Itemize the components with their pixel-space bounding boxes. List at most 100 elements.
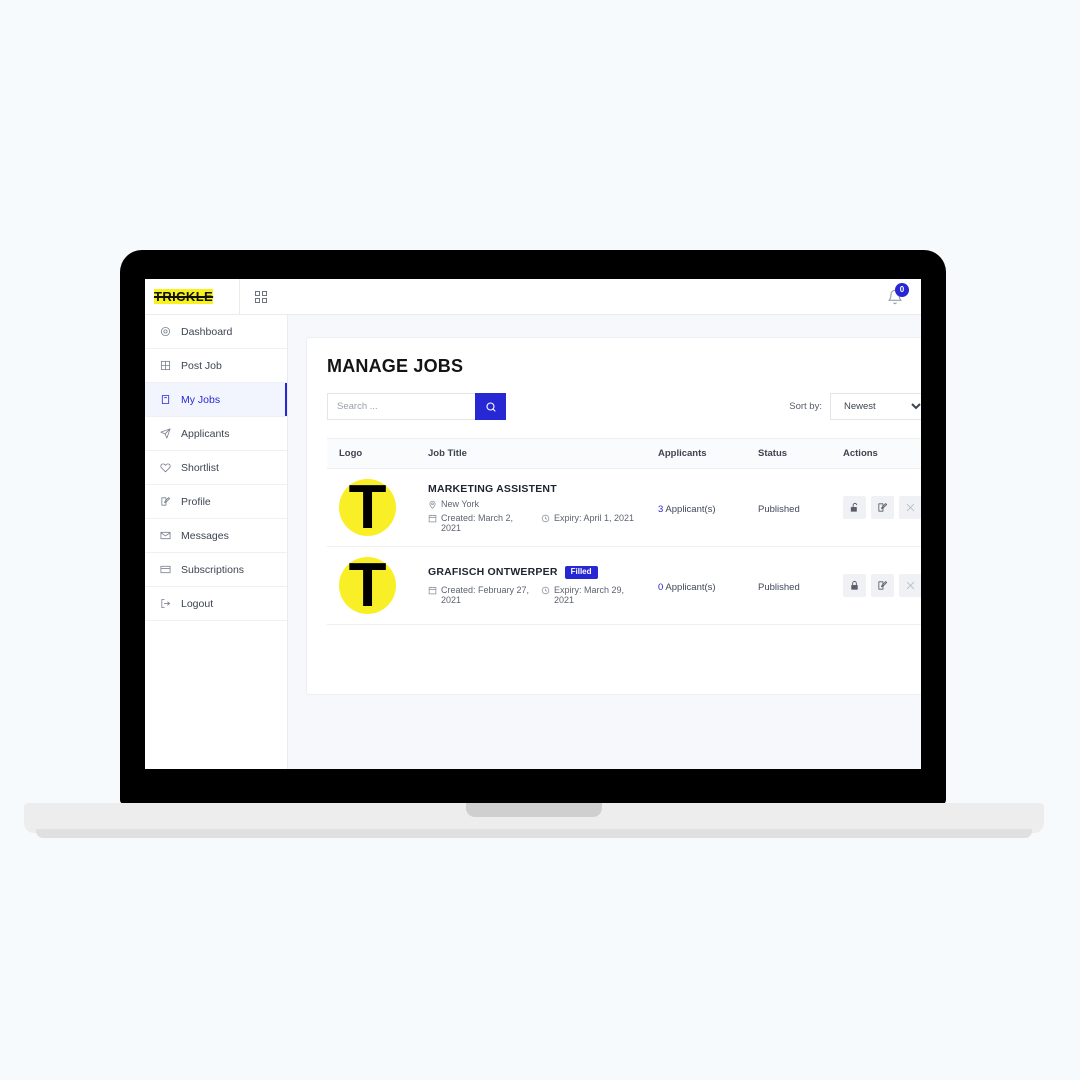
job-created-text: Created: February 27, 2021 [441,584,530,605]
applicants-suffix: Applicant(s) [663,581,716,593]
laptop-base-notch [466,803,602,817]
sidebar-item-label: Profile [181,495,211,508]
close-x-icon [906,581,915,590]
calendar-icon [428,514,437,522]
job-expiry-text: Expiry: April 1, 2021 [554,512,635,523]
filled-badge: Filled [564,566,598,579]
app-body: Dashboard Post Job My Jobs Applicants Sh… [145,315,921,769]
actions-group [843,574,921,597]
sign-out-icon [159,598,171,610]
sidebar-item-label: Applicants [181,427,230,440]
lock-job-button[interactable] [843,574,866,597]
sidebar-navigation: Dashboard Post Job My Jobs Applicants Sh… [145,315,288,769]
jobs-table-body: T MARKETING ASSISTENT New York Created: … [327,468,921,625]
column-header-applicants: Applicants [652,438,752,469]
unlock-job-button[interactable] [843,496,866,519]
map-pin-icon [429,500,436,509]
browser-screen: TRICKLE 0 Dashboard Post Job My Jobs App… [145,279,921,769]
job-status-cell: Published [752,468,837,547]
brand-logo-text: TRICKLE [154,289,214,304]
sidebar-item-applicants[interactable]: Applicants [145,417,287,451]
applicants-label[interactable]: 0 Applicant(s) [658,582,716,593]
job-expiry-text: Expiry: March 29, 2021 [554,584,625,605]
job-created: Created: March 2, 2021 [428,513,531,533]
sidebar-item-messages[interactable]: Messages [145,519,287,553]
at-circle-icon [159,326,171,338]
sidebar-item-label: My Jobs [181,393,221,406]
actions-group [843,496,921,519]
manage-jobs-card: MANAGE JOBS Sort by: [306,337,921,695]
sidebar-item-my-jobs[interactable]: My Jobs [145,383,287,417]
job-title-row: MARKETING ASSISTENT [428,483,646,495]
plus-square-icon [159,360,171,372]
sidebar-item-label: Messages [181,529,229,542]
jobs-table: Logo Job Title Applicants Status Actions [327,438,921,625]
sidebar-item-label: Subscriptions [181,563,245,576]
delete-job-button[interactable] [899,496,921,519]
edit-square-icon [878,581,888,590]
company-logo: T [339,472,396,542]
jobs-toolbar: Sort by: Newest [327,393,921,420]
grid-toggle-button[interactable] [240,279,282,315]
sidebar-item-dashboard[interactable]: Dashboard [145,315,287,349]
jobs-table-head: Logo Job Title Applicants Status Actions [327,438,921,469]
job-status-cell: Published [752,546,837,625]
clock-icon [541,514,550,522]
sidebar-item-post-job[interactable]: Post Job [145,349,287,383]
notifications-button[interactable]: 0 [869,279,921,315]
company-logo-letter: T [348,472,387,542]
job-title-cell: MARKETING ASSISTENT New York Created: Ma… [422,468,652,547]
book-icon [159,394,171,406]
edit-job-button[interactable] [871,574,894,597]
sidebar-item-label: Dashboard [181,325,233,338]
sidebar-item-subscriptions[interactable]: Subscriptions [145,553,287,587]
column-header-job-title: Job Title [422,438,652,469]
sidebar-item-logout[interactable]: Logout [145,587,287,621]
sidebar-item-label: Shortlist [181,461,219,474]
clock-icon [541,586,550,595]
notification-badge: 0 [895,282,909,297]
job-applicants-cell: 3 Applicant(s) [652,468,752,547]
job-applicants-cell: 0 Applicant(s) [652,546,752,625]
edit-square-icon [878,503,888,512]
job-logo-cell: T [327,468,422,547]
search-icon [485,401,496,412]
job-logo-cell: T [327,546,422,625]
column-header-status: Status [752,438,837,469]
job-title[interactable]: GRAFISCH ONTWERPER [428,566,558,578]
search-group [327,393,506,420]
laptop-mockup: TRICKLE 0 Dashboard Post Job My Jobs App… [0,0,1080,1080]
search-button[interactable] [475,393,506,420]
brand-logo[interactable]: TRICKLE [145,279,240,315]
status-badge: Published [758,503,800,515]
sidebar-item-profile[interactable]: Profile [145,485,287,519]
sort-label: Sort by: [789,401,822,412]
lock-icon [851,580,858,590]
envelope-icon [159,530,171,542]
main-content: MANAGE JOBS Sort by: [288,315,921,769]
page-title: MANAGE JOBS [327,356,464,376]
sort-select[interactable]: Newest [830,393,921,420]
job-location: New York [428,499,646,509]
job-dates: Created: February 27, 2021 Expiry: March… [428,583,646,605]
sidebar-item-label: Logout [181,597,214,610]
job-title-cell: GRAFISCH ONTWERPER Filled Created: Febru… [422,546,652,625]
heart-icon [159,462,171,474]
search-input[interactable] [327,393,475,420]
company-logo-letter: T [348,550,387,620]
grid-2x2-icon [255,290,267,303]
applicants-label[interactable]: 3 Applicant(s) [658,504,716,515]
job-actions-cell [837,468,921,547]
sidebar-item-shortlist[interactable]: Shortlist [145,451,287,485]
job-dates: Created: March 2, 2021 Expiry: April 1, … [428,511,646,533]
table-row[interactable]: T GRAFISCH ONTWERPER Filled Created: Feb… [327,546,921,625]
applicants-suffix: Applicant(s) [663,503,716,515]
unlock-icon [850,502,858,512]
edit-job-button[interactable] [871,496,894,519]
delete-job-button[interactable] [899,574,921,597]
company-logo: T [339,550,396,620]
table-row[interactable]: T MARKETING ASSISTENT New York Created: … [327,468,921,547]
status-badge: Published [758,581,800,593]
job-title[interactable]: MARKETING ASSISTENT [428,483,557,495]
job-created: Created: February 27, 2021 [428,585,531,605]
